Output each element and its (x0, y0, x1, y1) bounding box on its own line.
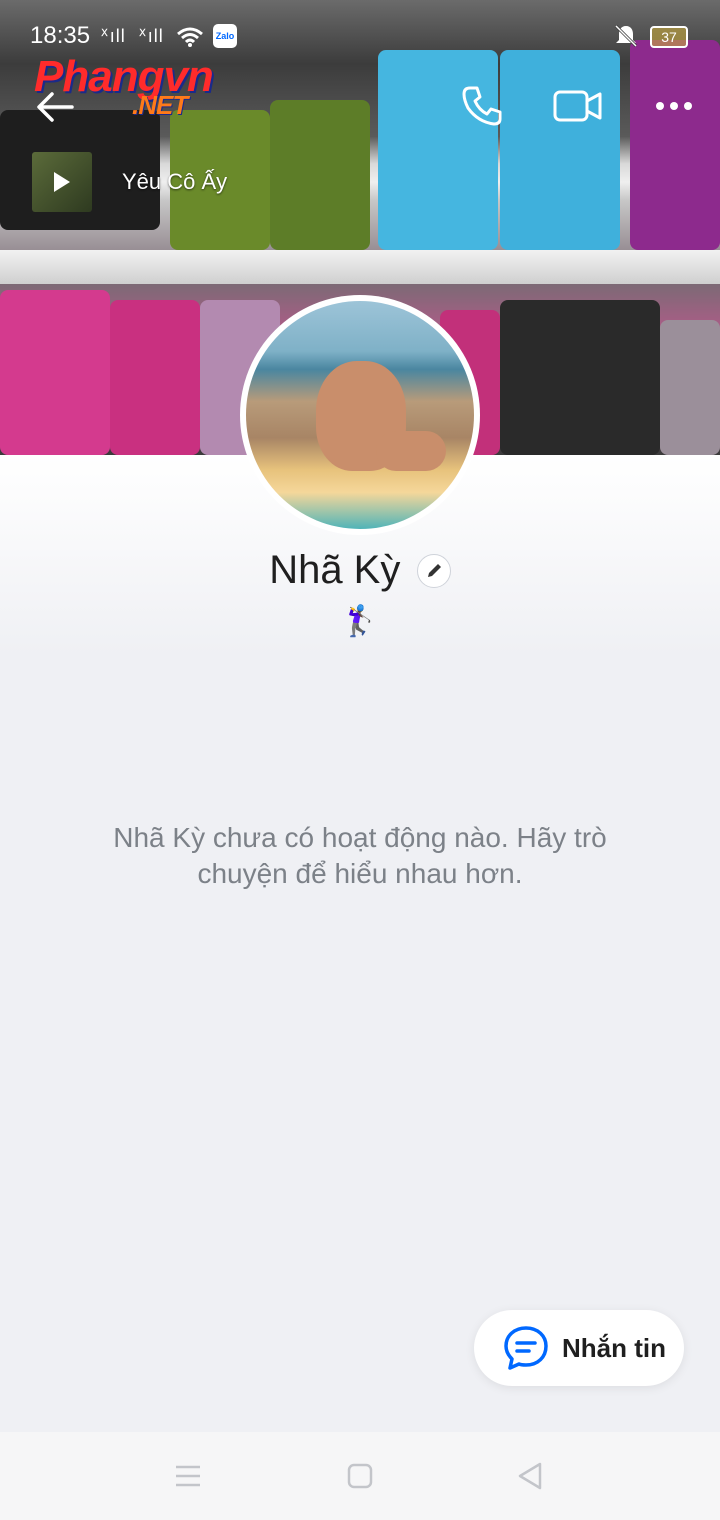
profile-music[interactable]: Yêu Cô Ấy (32, 152, 227, 212)
message-button-label: Nhắn tin (562, 1332, 666, 1363)
battery-indicator: 37 (650, 26, 688, 48)
menu-icon[interactable] (170, 1458, 206, 1494)
signal-icon: ᕽıll (138, 26, 164, 46)
avatar-image (246, 301, 474, 529)
wifi-icon (177, 27, 203, 47)
cover-decor (270, 100, 370, 250)
cover-decor (500, 50, 620, 250)
watermark-suffix: .NET (132, 90, 188, 120)
more-icon[interactable] (650, 82, 698, 130)
cover-decor (500, 300, 660, 455)
profile-bio: 🏌️‍♀️ (341, 605, 379, 638)
music-thumbnail[interactable] (32, 152, 92, 212)
avatar-decor (376, 431, 446, 471)
chat-bubble-icon (504, 1326, 548, 1370)
status-time: 18:35 (30, 22, 91, 49)
cover-decor (110, 300, 200, 455)
edit-pencil-icon (427, 563, 441, 577)
cover-decor (660, 320, 720, 455)
profile-name: Nhã Kỳ (269, 548, 401, 592)
signal-icon: ᕽıll (100, 26, 126, 46)
mute-bell-icon (614, 24, 638, 48)
cover-shelf (0, 250, 720, 284)
zalo-app-icon: Zalo (213, 24, 237, 48)
back-arrow-icon[interactable] (34, 86, 76, 128)
phone-icon[interactable] (458, 82, 506, 130)
cover-decor (378, 50, 498, 250)
back-triangle-icon[interactable] (512, 1458, 548, 1494)
name-row: Nhã Kỳ (0, 548, 720, 593)
play-icon[interactable] (54, 172, 70, 192)
empty-activity-message: Nhã Kỳ chưa có hoạt động nào. Hãy trò ch… (113, 822, 607, 889)
message-button[interactable]: Nhắn tin (474, 1310, 684, 1386)
edit-name-button[interactable] (416, 553, 451, 588)
video-call-icon[interactable] (552, 82, 604, 130)
cover-decor (0, 290, 110, 455)
avatar[interactable] (240, 295, 480, 535)
system-navigation-bar (0, 1432, 720, 1520)
home-icon[interactable] (342, 1458, 378, 1494)
music-title[interactable]: Yêu Cô Ấy (122, 169, 227, 195)
